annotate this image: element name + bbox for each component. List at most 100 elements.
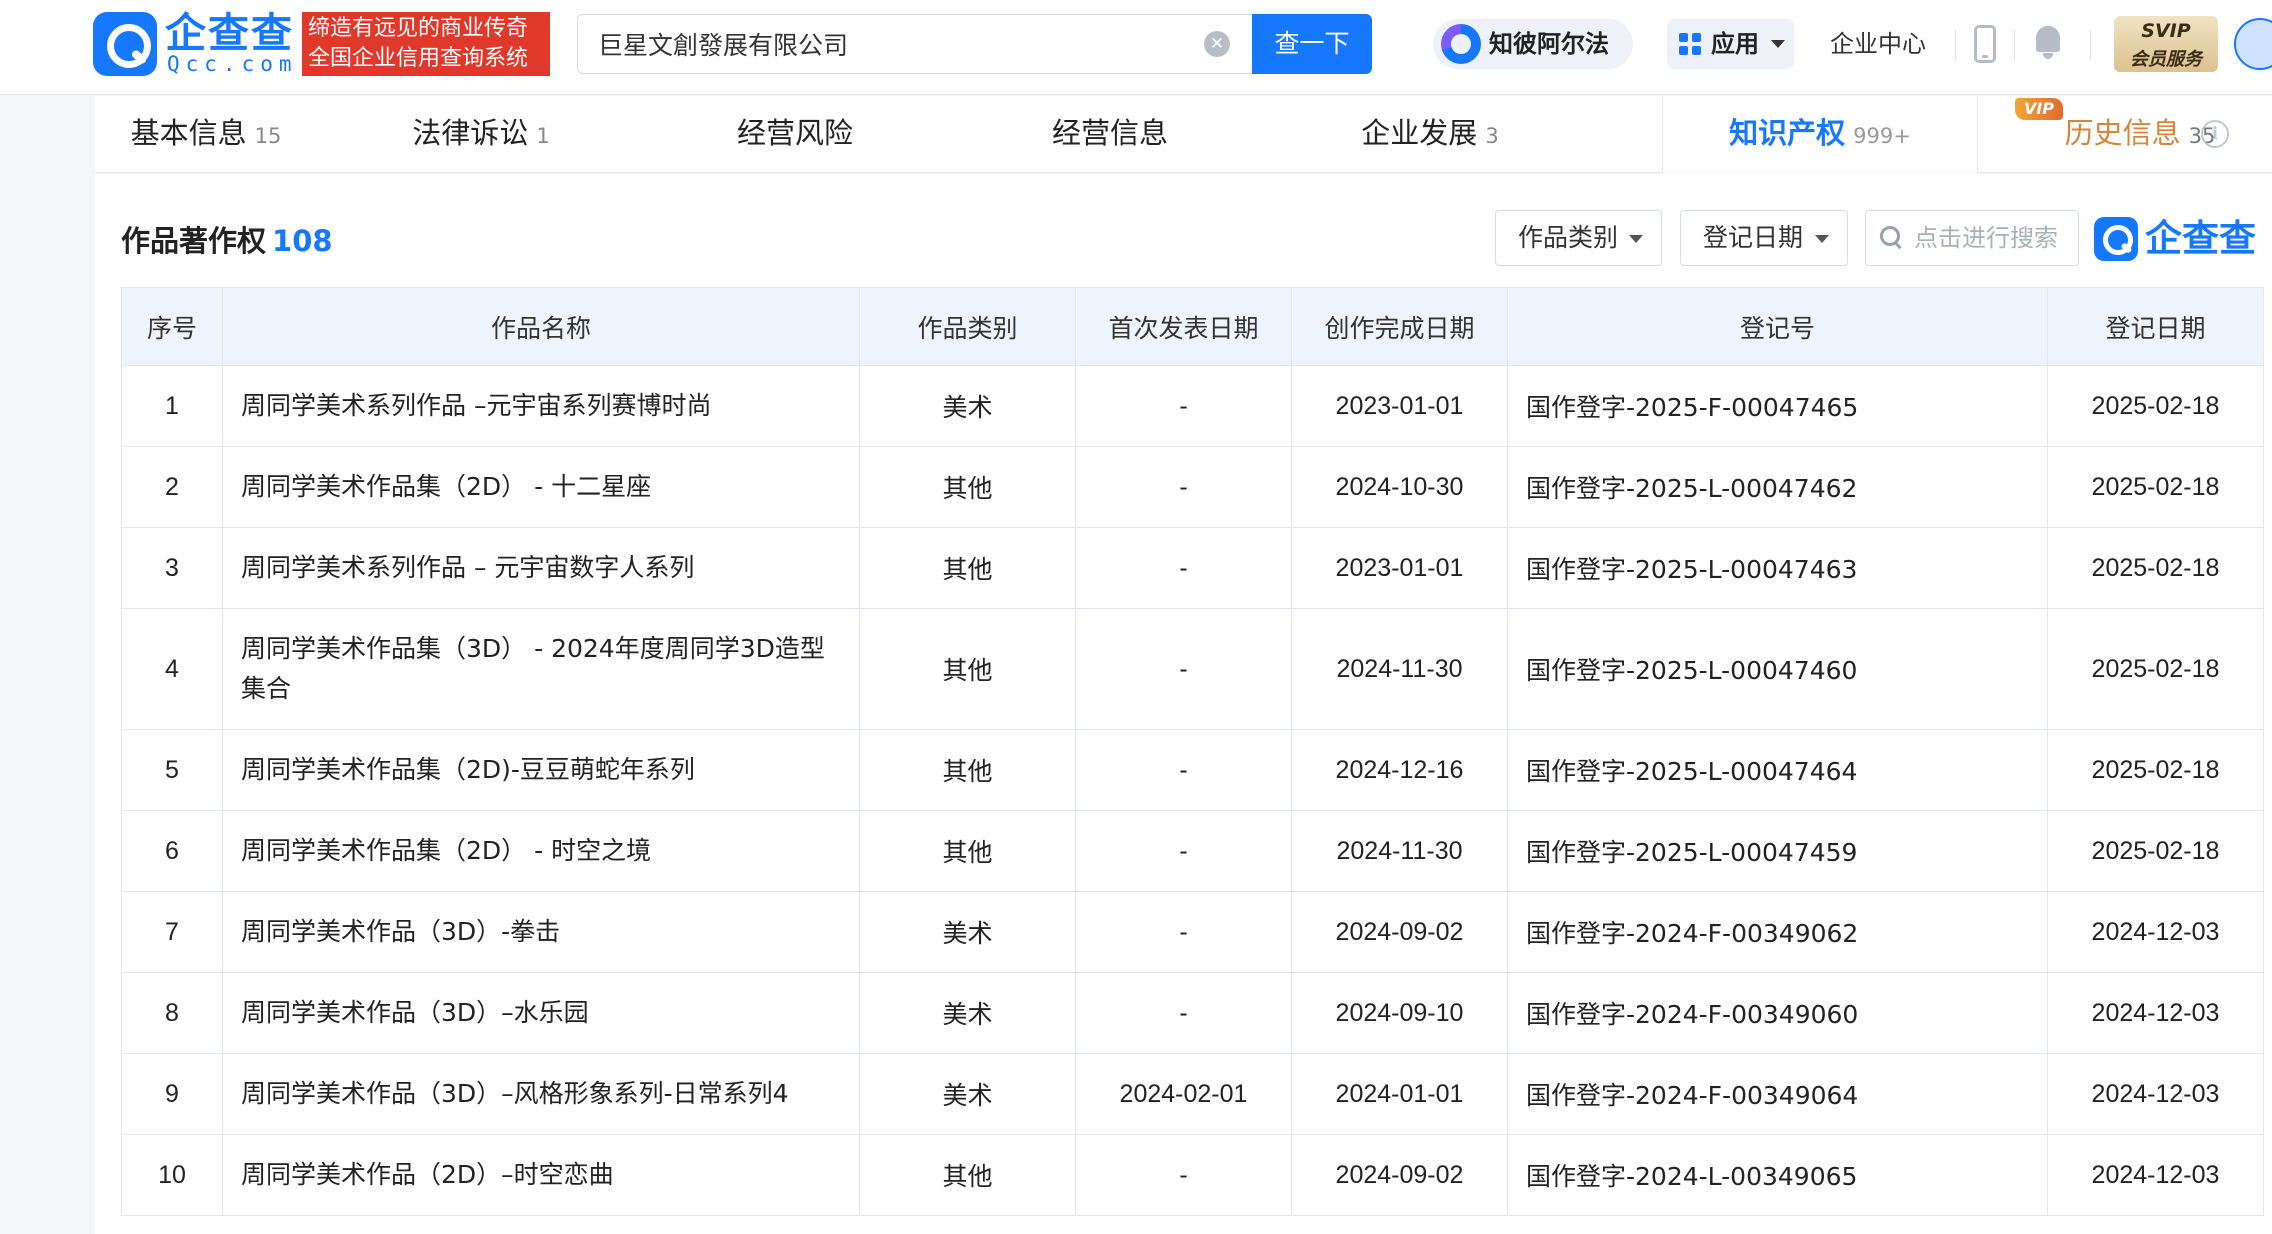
registration-no: 国作登字-2025-L-00047462 [1507, 446, 2048, 528]
first-publish-date: - [1075, 1134, 1292, 1216]
registration-date: 2025-02-18 [2047, 527, 2264, 609]
info-icon[interactable]: i [2201, 120, 2229, 148]
first-publish-date: - [1075, 972, 1292, 1054]
logo-text[interactable]: 企查查 [165, 8, 294, 58]
completion-date: 2023-01-01 [1291, 527, 1508, 609]
zhibi-alpha-button[interactable]: 知彼阿尔法 [1433, 19, 1633, 69]
work-name-link[interactable]: 周同学美术作品集（3D） - 2024年度周同学3D造型集合 [222, 608, 860, 730]
tab-business-risk[interactable]: 经营风险 [645, 96, 945, 173]
registration-date: 2024-12-03 [2047, 1134, 2264, 1216]
company-search-input[interactable] [598, 15, 1158, 73]
first-publish-date: - [1075, 446, 1292, 528]
divider [2014, 30, 2015, 60]
work-name-link[interactable]: 周同学美术作品（3D）–水乐园 [222, 972, 860, 1054]
registration-no: 国作登字-2024-F-00349060 [1507, 972, 2048, 1054]
tab-count: 1 [536, 124, 550, 148]
registration-date-filter-dropdown[interactable]: 登记日期 [1680, 210, 1848, 266]
registration-no: 国作登字-2025-L-00047460 [1507, 608, 2048, 730]
registration-no: 国作登字-2025-F-00047465 [1507, 365, 2048, 447]
work-name-link[interactable]: 周同学美术作品集（2D） - 十二星座 [222, 446, 860, 528]
tab-count: 15 [254, 124, 282, 148]
apps-menu-button[interactable]: 应用 [1667, 19, 1794, 69]
date-filter-label: 登记日期 [1703, 223, 1804, 252]
work-name-link[interactable]: 周同学美术作品集（2D） - 时空之境 [222, 810, 860, 892]
completion-date: 2024-09-02 [1291, 891, 1508, 973]
vip-badge: VIP [2015, 98, 2063, 120]
enterprise-center-link[interactable]: 企业中心 [1830, 22, 1926, 66]
registration-date: 2025-02-18 [2047, 446, 2264, 528]
first-publish-date: - [1075, 527, 1292, 609]
tab-intellectual-property[interactable]: 知识产权 999+ [1662, 96, 1978, 173]
registration-date: 2024-12-03 [2047, 891, 2264, 973]
row-no: 2 [121, 446, 223, 528]
work-category: 美术 [859, 365, 1076, 447]
notification-bell-icon[interactable] [2033, 26, 2063, 60]
registration-date: 2025-02-18 [2047, 729, 2264, 811]
clear-search-icon[interactable]: ✕ [1204, 31, 1230, 57]
table-row: 3 周同学美术系列作品 – 元宇宙数字人系列 其他 - 2023-01-01 国… [121, 527, 2264, 609]
row-no: 10 [121, 1134, 223, 1216]
registration-date: 2024-12-03 [2047, 972, 2264, 1054]
qcc-logo-icon[interactable] [93, 12, 157, 76]
chevron-down-icon [1815, 235, 1829, 243]
slogan-line-2: 全国企业信用查询系统 [308, 46, 529, 71]
tab-basic-info[interactable]: 基本信息 15 [95, 96, 317, 173]
work-category: 其他 [859, 446, 1076, 528]
copyright-table: 序号 作品名称 作品类别 首次发表日期 创作完成日期 登记号 登记日期 1 周同… [121, 287, 2264, 1216]
row-no: 9 [121, 1053, 223, 1135]
mobile-phone-icon[interactable] [1974, 25, 1996, 63]
table-row: 1 周同学美术系列作品 –元宇宙系列赛博时尚 美术 - 2023-01-01 国… [121, 365, 2264, 447]
column-header-completion-date: 创作完成日期 [1291, 287, 1508, 366]
table-row: 6 周同学美术作品集（2D） - 时空之境 其他 - 2024-11-30 国作… [121, 810, 2264, 892]
table-row: 10 周同学美术作品（2D）–时空恋曲 其他 - 2024-09-02 国作登字… [121, 1134, 2264, 1216]
slogan-banner: 缔造有远见的商业传奇 全国企业信用查询系统 [302, 12, 550, 76]
work-name-link[interactable]: 周同学美术作品（3D）–风格形象系列-日常系列4 [222, 1053, 860, 1135]
column-header-registration-no: 登记号 [1507, 287, 2048, 366]
tab-label: 知识产权 [1729, 116, 1846, 150]
registration-date: 2025-02-18 [2047, 810, 2264, 892]
completion-date: 2024-10-30 [1291, 446, 1508, 528]
tab-enterprise-development[interactable]: 企业发展 3 [1275, 96, 1585, 173]
table-row: 8 周同学美术作品（3D）–水乐园 美术 - 2024-09-10 国作登字-2… [121, 972, 2264, 1054]
tab-business-info[interactable]: 经营信息 [945, 96, 1275, 173]
work-category: 其他 [859, 608, 1076, 730]
tab-count: 999+ [1853, 124, 1911, 148]
table-search-input[interactable] [1914, 211, 2074, 265]
row-no: 5 [121, 729, 223, 811]
work-name-link[interactable]: 周同学美术作品（3D）-拳击 [222, 891, 860, 973]
work-name-link[interactable]: 周同学美术作品集（2D)-豆豆萌蛇年系列 [222, 729, 860, 811]
table-row: 2 周同学美术作品集（2D） - 十二星座 其他 - 2024-10-30 国作… [121, 446, 2264, 528]
work-category: 其他 [859, 527, 1076, 609]
row-no: 3 [121, 527, 223, 609]
work-name-link[interactable]: 周同学美术系列作品 – 元宇宙数字人系列 [222, 527, 860, 609]
search-button[interactable]: 查一下 [1252, 14, 1372, 74]
chevron-down-icon [1629, 235, 1643, 243]
registration-date: 2025-02-18 [2047, 365, 2264, 447]
tab-label: 经营风险 [736, 116, 853, 150]
completion-date: 2024-01-01 [1291, 1053, 1508, 1135]
tab-label: 基本信息 [130, 116, 247, 150]
member-service-label: 会员服务 [2130, 49, 2202, 70]
completion-date: 2024-09-10 [1291, 972, 1508, 1054]
work-name-link[interactable]: 周同学美术作品（2D）–时空恋曲 [222, 1134, 860, 1216]
tab-label: 企业发展 [1361, 116, 1478, 150]
row-no: 6 [121, 810, 223, 892]
divider [2090, 30, 2091, 60]
section-title-text: 作品著作权 [121, 224, 267, 258]
slogan-line-1: 缔造有远见的商业传奇 [308, 16, 529, 41]
category-filter-label: 作品类别 [1518, 223, 1619, 252]
user-avatar[interactable] [2234, 18, 2272, 70]
registration-date: 2025-02-18 [2047, 608, 2264, 730]
category-filter-dropdown[interactable]: 作品类别 [1495, 210, 1662, 266]
table-row: 7 周同学美术作品（3D）-拳击 美术 - 2024-09-02 国作登字-20… [121, 891, 2264, 973]
tab-legal-litigation[interactable]: 法律诉讼 1 [317, 96, 645, 173]
chevron-down-icon [1771, 40, 1785, 48]
work-name-link[interactable]: 周同学美术系列作品 –元宇宙系列赛博时尚 [222, 365, 860, 447]
work-category: 其他 [859, 729, 1076, 811]
apps-grid-icon [1679, 33, 1703, 57]
column-header-name: 作品名称 [222, 287, 860, 366]
completion-date: 2023-01-01 [1291, 365, 1508, 447]
zhibi-alpha-label: 知彼阿尔法 [1489, 30, 1609, 58]
registration-no: 国作登字-2024-F-00349064 [1507, 1053, 2048, 1135]
svip-member-button[interactable]: SVIP 会员服务 [2114, 16, 2218, 72]
